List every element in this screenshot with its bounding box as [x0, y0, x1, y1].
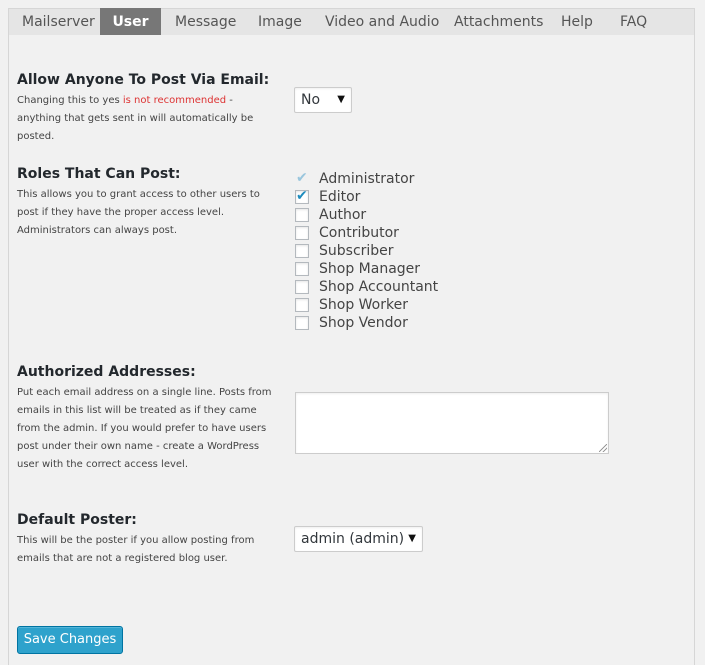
roles-description: This allows you to grant access to other… — [17, 189, 260, 236]
role-label: Author — [319, 207, 367, 223]
checkbox[interactable] — [295, 244, 309, 258]
tab-message[interactable]: Message — [175, 9, 236, 35]
allow-anyone-select[interactable]: No ▼ — [294, 87, 352, 113]
authorized-addresses-description: Put each email address on a single line.… — [17, 387, 272, 470]
tab-help[interactable]: Help — [561, 9, 593, 35]
role-label: Contributor — [319, 225, 399, 241]
tab-user[interactable]: User — [100, 8, 161, 35]
checkbox[interactable] — [295, 298, 309, 312]
role-label: Shop Accountant — [319, 279, 439, 295]
allow-anyone-label: Allow Anyone To Post Via Email: — [17, 72, 270, 88]
role-label: Editor — [319, 189, 361, 205]
role-contributor[interactable]: Contributor — [295, 224, 399, 242]
role-label: Shop Worker — [319, 297, 408, 313]
checkbox[interactable] — [295, 262, 309, 276]
save-changes-button[interactable]: Save Changes — [17, 626, 123, 654]
dropdown-arrow-icon: ▼ — [337, 94, 345, 105]
checkmark-icon: ✔ — [296, 188, 308, 204]
role-shop-worker[interactable]: Shop Worker — [295, 296, 408, 314]
checkbox[interactable]: ✔ — [295, 188, 309, 204]
checkmark-icon: ✔ — [296, 170, 308, 186]
not-recommended-warning: is not recommended — [122, 95, 227, 106]
roles-label: Roles That Can Post: — [17, 166, 181, 182]
role-subscriber[interactable]: Subscriber — [295, 242, 394, 260]
role-label: Shop Manager — [319, 261, 421, 277]
authorized-addresses-label: Authorized Addresses: — [17, 364, 196, 380]
checkbox[interactable] — [295, 226, 309, 240]
tab-faq[interactable]: FAQ — [620, 9, 647, 35]
dropdown-arrow-icon: ▼ — [408, 533, 416, 544]
tab-image[interactable]: Image — [258, 9, 302, 35]
role-label: Shop Vendor — [319, 315, 408, 331]
tab-attachments[interactable]: Attachments — [454, 9, 543, 35]
tab-mailserver[interactable]: Mailserver — [22, 9, 95, 35]
tab-video-and-audio[interactable]: Video and Audio — [325, 9, 439, 35]
default-poster-select[interactable]: admin (admin) ▼ — [294, 526, 423, 552]
role-administrator: ✔ Administrator — [295, 170, 414, 188]
role-author[interactable]: Author — [295, 206, 366, 224]
settings-tabs: Mailserver User Message Image Video and … — [8, 8, 695, 35]
role-shop-vendor[interactable]: Shop Vendor — [295, 314, 408, 332]
role-shop-manager[interactable]: Shop Manager — [295, 260, 420, 278]
role-editor[interactable]: ✔ Editor — [295, 188, 360, 206]
default-poster-description: This will be the poster if you allow pos… — [17, 535, 255, 564]
authorized-addresses-textarea[interactable] — [295, 392, 609, 454]
checkbox[interactable] — [295, 208, 309, 222]
checkbox: ✔ — [295, 170, 309, 186]
checkbox[interactable] — [295, 316, 309, 330]
role-label: Administrator — [319, 171, 415, 187]
default-poster-label: Default Poster: — [17, 512, 137, 528]
checkbox[interactable] — [295, 280, 309, 294]
resize-grip-icon[interactable] — [599, 444, 607, 452]
role-shop-accountant[interactable]: Shop Accountant — [295, 278, 438, 296]
role-label: Subscriber — [319, 243, 394, 259]
allow-anyone-description: Changing this to yes is not recommended … — [17, 95, 254, 142]
